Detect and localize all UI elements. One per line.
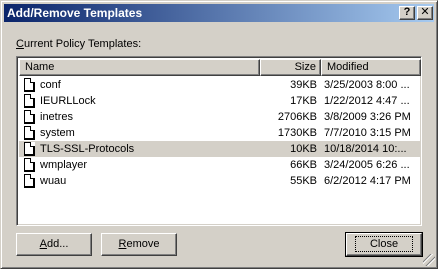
close-button[interactable]: Close <box>345 232 423 257</box>
list-item[interactable]: inetres 2706KB 3/8/2009 3:26 PM <box>19 109 421 125</box>
cell-size: 55KB <box>290 175 317 187</box>
remove-button[interactable]: Remove <box>101 233 177 256</box>
list-header: Name Size Modified <box>19 59 421 76</box>
column-header-name[interactable]: Name <box>19 59 260 76</box>
label-text: urrent Policy Templates: <box>23 38 142 50</box>
current-policy-templates-label: Current Policy Templates: <box>16 38 141 50</box>
close-window-button[interactable]: ✕ <box>417 6 433 20</box>
cell-name: TLS-SSL-Protocols <box>40 143 135 155</box>
list-item[interactable]: wmplayer 66KB 3/24/2005 6:26 ... <box>19 157 421 173</box>
cell-size: 1730KB <box>277 127 317 139</box>
cell-size: 66KB <box>290 159 317 171</box>
cell-name: conf <box>40 79 61 91</box>
cell-name: wmplayer <box>40 159 88 171</box>
list-item[interactable]: wuau 55KB 6/2/2012 4:17 PM <box>19 173 421 189</box>
cell-name: system <box>40 127 75 139</box>
cell-modified: 6/2/2012 4:17 PM <box>324 175 411 187</box>
list-item[interactable]: conf 39KB 3/25/2003 8:00 ... <box>19 77 421 93</box>
cell-modified: 7/7/2010 3:15 PM <box>324 127 411 139</box>
window-title: Add/Remove Templates <box>7 6 143 20</box>
document-icon <box>24 110 35 124</box>
list-rows: conf 39KB 3/25/2003 8:00 ... IEURLLock 17KB 1… <box>19 77 421 189</box>
add-remove-templates-dialog: Add/Remove Templates ? ✕ Current Policy … <box>0 0 438 269</box>
add-button[interactable]: Add... <box>16 233 92 256</box>
cell-modified: 10/18/2014 10:... <box>324 143 407 155</box>
title-bar[interactable]: Add/Remove Templates ? ✕ <box>4 4 434 22</box>
add-accelerator: A <box>39 238 47 250</box>
templates-list[interactable]: Name Size Modified conf 39KB 3/25/2003 8:0… <box>16 56 422 226</box>
cell-name: IEURLLock <box>40 95 96 107</box>
column-header-modified[interactable]: Modified <box>321 59 421 76</box>
cell-modified: 3/8/2009 3:26 PM <box>324 111 411 123</box>
list-item[interactable]: TLS-SSL-Protocols 10KB 10/18/2014 10:... <box>19 141 421 157</box>
cell-name: wuau <box>40 175 67 187</box>
document-icon <box>24 94 35 108</box>
help-icon: ? <box>403 6 411 18</box>
list-item[interactable]: system 1730KB 7/7/2010 3:15 PM <box>19 125 421 141</box>
cell-modified: 3/25/2003 8:00 ... <box>324 79 410 91</box>
resize-grip[interactable] <box>423 254 435 266</box>
cell-modified: 1/22/2012 4:47 ... <box>324 95 410 107</box>
add-label: dd... <box>46 238 69 250</box>
cell-size: 2706KB <box>277 111 317 123</box>
document-icon <box>24 78 35 92</box>
close-icon: ✕ <box>420 6 430 18</box>
document-icon <box>24 142 35 156</box>
close-label: Close <box>354 236 414 252</box>
column-header-size[interactable]: Size <box>260 59 321 76</box>
document-icon <box>24 126 35 140</box>
label-accelerator: C <box>16 38 24 50</box>
cell-size: 17KB <box>290 95 317 107</box>
remove-label: emove <box>126 238 160 250</box>
cell-name: inetres <box>40 111 74 123</box>
document-icon <box>24 174 35 188</box>
cell-size: 10KB <box>290 143 317 155</box>
document-icon <box>24 158 35 172</box>
cell-modified: 3/24/2005 6:26 ... <box>324 159 410 171</box>
list-item[interactable]: IEURLLock 17KB 1/22/2012 4:47 ... <box>19 93 421 109</box>
help-button[interactable]: ? <box>399 6 415 20</box>
cell-size: 39KB <box>290 79 317 91</box>
